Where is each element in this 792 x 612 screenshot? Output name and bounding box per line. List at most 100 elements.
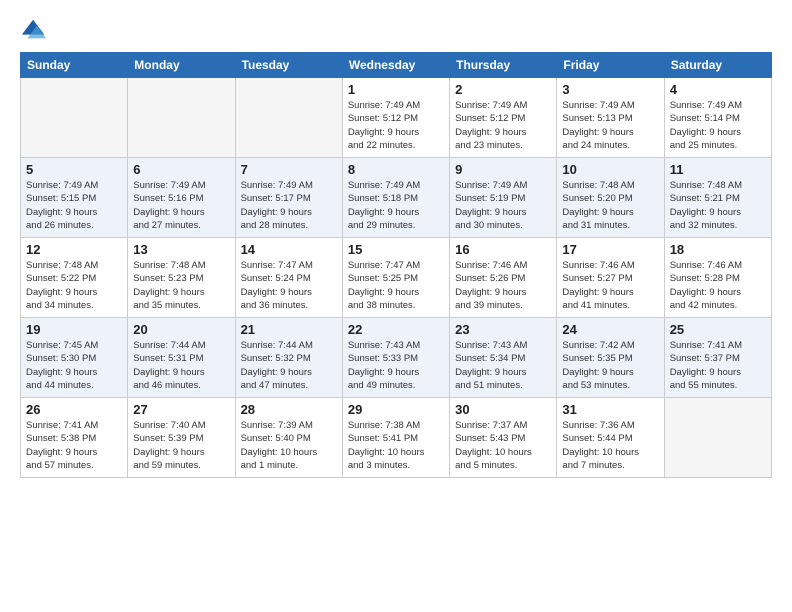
day-info: Sunrise: 7:49 AM Sunset: 5:15 PM Dayligh…	[26, 179, 122, 232]
days-header-row: SundayMondayTuesdayWednesdayThursdayFrid…	[21, 53, 772, 78]
calendar-cell: 16Sunrise: 7:46 AM Sunset: 5:26 PM Dayli…	[450, 238, 557, 318]
calendar-cell: 14 Sunrise: 7:47 AM Sunset: 5:24 PM Dayli…	[235, 238, 342, 318]
calendar-cell: 17 Sunrise: 7:46 AM Sunset: 5:27 PM Dayli…	[557, 238, 664, 318]
day-number: 23	[455, 322, 551, 337]
calendar-cell: 31Sunrise: 7:36 AM Sunset: 5:44 PM Dayli…	[557, 398, 664, 478]
week-row-2: 5 Sunrise: 7:49 AM Sunset: 5:15 PM Daylig…	[21, 158, 772, 238]
calendar-cell: 11 Sunrise: 7:48 AM Sunset: 5:21 PM Dayli…	[664, 158, 771, 238]
day-info: Sunrise: 7:49 AM Sunset: 5:12 PM Dayligh…	[348, 99, 444, 152]
calendar-cell: 1Sunrise: 7:49 AM Sunset: 5:12 PM Daylig…	[342, 78, 449, 158]
calendar-cell: 9 Sunrise: 7:49 AM Sunset: 5:19 PM Daylig…	[450, 158, 557, 238]
calendar-cell: 18 Sunrise: 7:46 AM Sunset: 5:28 PM Dayli…	[664, 238, 771, 318]
calendar-cell: 27 Sunrise: 7:40 AM Sunset: 5:39 PM Dayli…	[128, 398, 235, 478]
calendar-cell: 21Sunrise: 7:44 AM Sunset: 5:32 PM Dayli…	[235, 318, 342, 398]
day-info: Sunrise: 7:49 AM Sunset: 5:14 PM Dayligh…	[670, 99, 766, 152]
day-info: Sunrise: 7:49 AM Sunset: 5:19 PM Dayligh…	[455, 179, 551, 232]
day-header-wednesday: Wednesday	[342, 53, 449, 78]
day-header-friday: Friday	[557, 53, 664, 78]
day-number: 12	[26, 242, 122, 257]
day-info: Sunrise: 7:46 AM Sunset: 5:27 PM Dayligh…	[562, 259, 658, 312]
week-row-5: 26 Sunrise: 7:41 AM Sunset: 5:38 PM Dayli…	[21, 398, 772, 478]
day-header-tuesday: Tuesday	[235, 53, 342, 78]
calendar-cell: 6 Sunrise: 7:49 AM Sunset: 5:16 PM Daylig…	[128, 158, 235, 238]
logo	[20, 16, 52, 44]
calendar-page: SundayMondayTuesdayWednesdayThursdayFrid…	[0, 0, 792, 488]
day-info: Sunrise: 7:46 AM Sunset: 5:28 PM Dayligh…	[670, 259, 766, 312]
day-number: 26	[26, 402, 122, 417]
calendar-cell: 5 Sunrise: 7:49 AM Sunset: 5:15 PM Daylig…	[21, 158, 128, 238]
day-number: 4	[670, 82, 766, 97]
day-number: 10	[562, 162, 658, 177]
calendar-cell: 4 Sunrise: 7:49 AM Sunset: 5:14 PM Daylig…	[664, 78, 771, 158]
calendar-cell: 23 Sunrise: 7:43 AM Sunset: 5:34 PM Dayli…	[450, 318, 557, 398]
calendar-cell: 30 Sunrise: 7:37 AM Sunset: 5:43 PM Dayli…	[450, 398, 557, 478]
day-number: 17	[562, 242, 658, 257]
day-number: 30	[455, 402, 551, 417]
day-info: Sunrise: 7:48 AM Sunset: 5:23 PM Dayligh…	[133, 259, 229, 312]
day-number: 31	[562, 402, 658, 417]
calendar-cell: 22 Sunrise: 7:43 AM Sunset: 5:33 PM Dayli…	[342, 318, 449, 398]
day-info: Sunrise: 7:49 AM Sunset: 5:17 PM Dayligh…	[241, 179, 337, 232]
day-info: Sunrise: 7:42 AM Sunset: 5:35 PM Dayligh…	[562, 339, 658, 392]
day-info: Sunrise: 7:37 AM Sunset: 5:43 PM Dayligh…	[455, 419, 551, 472]
day-header-saturday: Saturday	[664, 53, 771, 78]
calendar-cell: 13 Sunrise: 7:48 AM Sunset: 5:23 PM Dayli…	[128, 238, 235, 318]
day-info: Sunrise: 7:43 AM Sunset: 5:33 PM Dayligh…	[348, 339, 444, 392]
calendar-cell: 2 Sunrise: 7:49 AM Sunset: 5:12 PM Daylig…	[450, 78, 557, 158]
calendar-cell	[128, 78, 235, 158]
day-info: Sunrise: 7:47 AM Sunset: 5:25 PM Dayligh…	[348, 259, 444, 312]
calendar-cell	[21, 78, 128, 158]
day-info: Sunrise: 7:41 AM Sunset: 5:38 PM Dayligh…	[26, 419, 122, 472]
day-info: Sunrise: 7:48 AM Sunset: 5:21 PM Dayligh…	[670, 179, 766, 232]
day-number: 18	[670, 242, 766, 257]
day-number: 15	[348, 242, 444, 257]
calendar-cell: 25 Sunrise: 7:41 AM Sunset: 5:37 PM Dayli…	[664, 318, 771, 398]
day-info: Sunrise: 7:49 AM Sunset: 5:16 PM Dayligh…	[133, 179, 229, 232]
day-number: 27	[133, 402, 229, 417]
day-header-sunday: Sunday	[21, 53, 128, 78]
day-number: 2	[455, 82, 551, 97]
day-info: Sunrise: 7:44 AM Sunset: 5:31 PM Dayligh…	[133, 339, 229, 392]
day-info: Sunrise: 7:39 AM Sunset: 5:40 PM Dayligh…	[241, 419, 337, 472]
calendar-cell: 24 Sunrise: 7:42 AM Sunset: 5:35 PM Dayli…	[557, 318, 664, 398]
calendar-cell: 29Sunrise: 7:38 AM Sunset: 5:41 PM Dayli…	[342, 398, 449, 478]
day-number: 13	[133, 242, 229, 257]
calendar-cell: 19Sunrise: 7:45 AM Sunset: 5:30 PM Dayli…	[21, 318, 128, 398]
calendar-cell: 20 Sunrise: 7:44 AM Sunset: 5:31 PM Dayli…	[128, 318, 235, 398]
day-info: Sunrise: 7:45 AM Sunset: 5:30 PM Dayligh…	[26, 339, 122, 392]
day-number: 20	[133, 322, 229, 337]
calendar-table: SundayMondayTuesdayWednesdayThursdayFrid…	[20, 52, 772, 478]
day-info: Sunrise: 7:41 AM Sunset: 5:37 PM Dayligh…	[670, 339, 766, 392]
calendar-cell	[664, 398, 771, 478]
day-number: 3	[562, 82, 658, 97]
day-info: Sunrise: 7:49 AM Sunset: 5:12 PM Dayligh…	[455, 99, 551, 152]
header	[20, 16, 772, 44]
day-number: 14	[241, 242, 337, 257]
day-info: Sunrise: 7:49 AM Sunset: 5:13 PM Dayligh…	[562, 99, 658, 152]
day-number: 24	[562, 322, 658, 337]
day-number: 16	[455, 242, 551, 257]
week-row-1: 1Sunrise: 7:49 AM Sunset: 5:12 PM Daylig…	[21, 78, 772, 158]
calendar-cell	[235, 78, 342, 158]
calendar-cell: 26 Sunrise: 7:41 AM Sunset: 5:38 PM Dayli…	[21, 398, 128, 478]
day-header-thursday: Thursday	[450, 53, 557, 78]
day-number: 7	[241, 162, 337, 177]
day-info: Sunrise: 7:49 AM Sunset: 5:18 PM Dayligh…	[348, 179, 444, 232]
calendar-cell: 3 Sunrise: 7:49 AM Sunset: 5:13 PM Daylig…	[557, 78, 664, 158]
day-info: Sunrise: 7:43 AM Sunset: 5:34 PM Dayligh…	[455, 339, 551, 392]
day-number: 9	[455, 162, 551, 177]
calendar-cell: 28Sunrise: 7:39 AM Sunset: 5:40 PM Dayli…	[235, 398, 342, 478]
day-number: 5	[26, 162, 122, 177]
calendar-cell: 7 Sunrise: 7:49 AM Sunset: 5:17 PM Daylig…	[235, 158, 342, 238]
day-header-monday: Monday	[128, 53, 235, 78]
day-info: Sunrise: 7:44 AM Sunset: 5:32 PM Dayligh…	[241, 339, 337, 392]
calendar-cell: 8Sunrise: 7:49 AM Sunset: 5:18 PM Daylig…	[342, 158, 449, 238]
day-info: Sunrise: 7:40 AM Sunset: 5:39 PM Dayligh…	[133, 419, 229, 472]
day-info: Sunrise: 7:47 AM Sunset: 5:24 PM Dayligh…	[241, 259, 337, 312]
day-number: 25	[670, 322, 766, 337]
calendar-cell: 12Sunrise: 7:48 AM Sunset: 5:22 PM Dayli…	[21, 238, 128, 318]
day-number: 22	[348, 322, 444, 337]
logo-icon	[20, 16, 48, 44]
day-number: 11	[670, 162, 766, 177]
day-number: 6	[133, 162, 229, 177]
